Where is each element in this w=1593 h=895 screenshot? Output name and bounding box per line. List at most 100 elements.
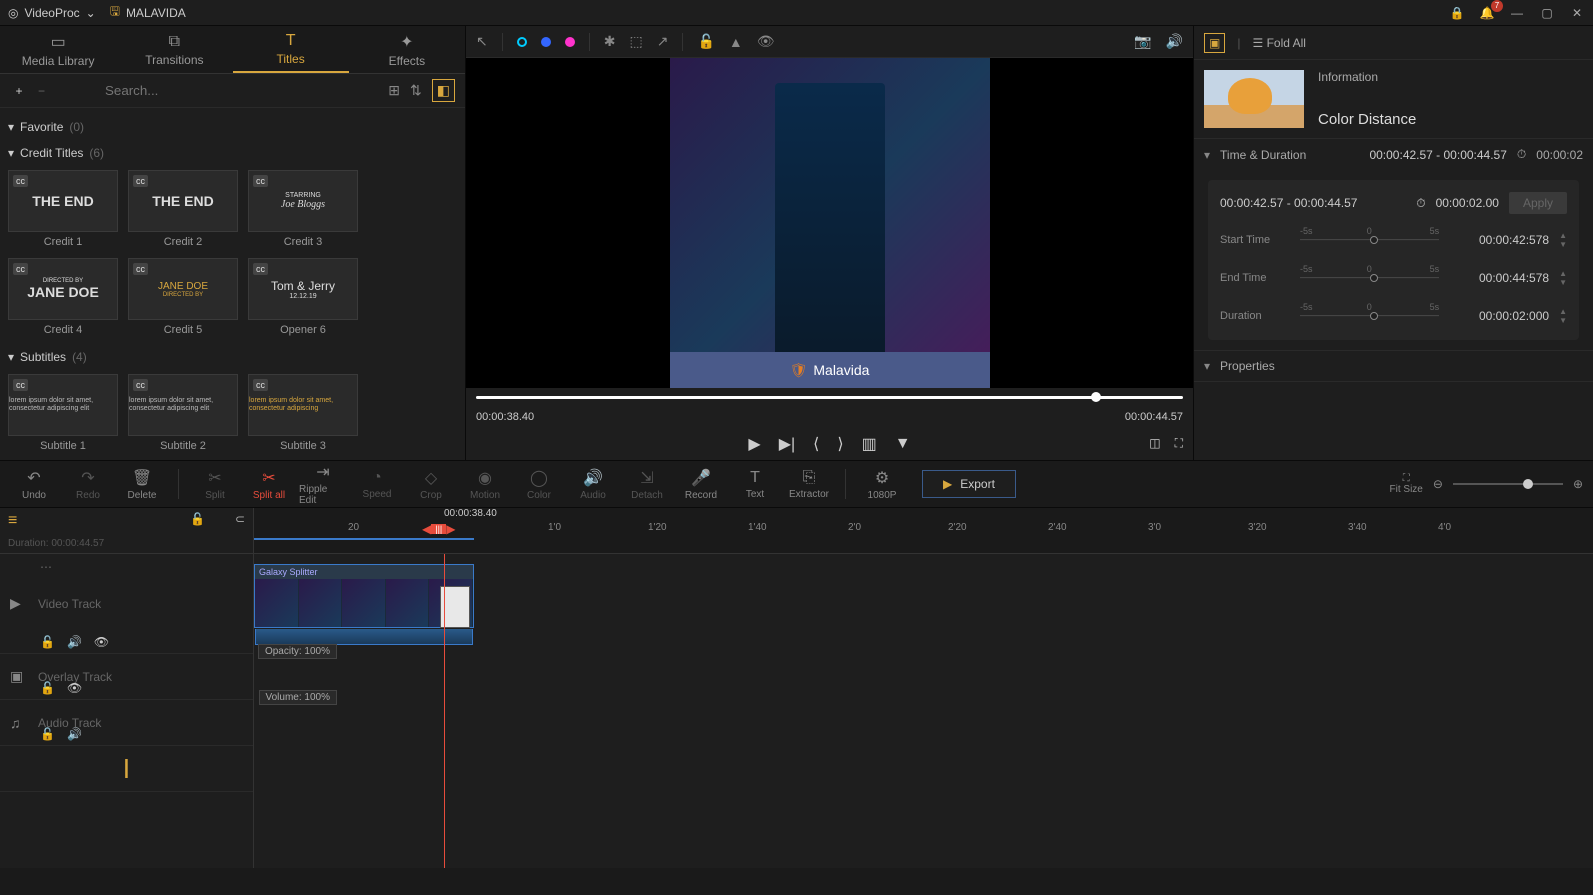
tile-opener-6[interactable]: ccTom & Jerry12.12.19Opener 6: [248, 258, 358, 336]
eye-icon[interactable]: 👁: [757, 33, 775, 50]
duration-stepper[interactable]: ▲▼: [1559, 307, 1567, 325]
extractor-button[interactable]: ⎘Extractor: [785, 464, 833, 504]
track-lock-icon[interactable]: 🔓: [40, 727, 55, 741]
opacity-tag[interactable]: Opacity: 100%: [258, 644, 337, 659]
volume-tag[interactable]: Volume: 100%: [259, 690, 338, 705]
tab-effects[interactable]: ✦Effects: [349, 26, 465, 73]
export-button[interactable]: ▶Export: [922, 470, 1016, 498]
video-preview[interactable]: 🛡Malavida: [466, 58, 1193, 388]
sort-icon[interactable]: ⇅: [410, 82, 422, 99]
track-eye-icon[interactable]: 👁: [67, 681, 82, 695]
grid-view-icon[interactable]: ⊞: [388, 82, 400, 99]
motion-button[interactable]: ◉Motion: [461, 464, 509, 504]
magnet-icon[interactable]: ⊂: [235, 512, 245, 526]
preview-scrubber[interactable]: [466, 388, 1193, 407]
start-stepper[interactable]: ▲▼: [1559, 231, 1567, 249]
ripple-edit-button[interactable]: ⇥Ripple Edit: [299, 464, 347, 504]
select-icon[interactable]: ⬚: [629, 33, 642, 50]
range-button[interactable]: ▥: [862, 434, 877, 454]
detach-button[interactable]: ⇲Detach: [623, 464, 671, 504]
end-time-value[interactable]: 00:00:44:578: [1449, 271, 1549, 285]
dot-cyan[interactable]: [517, 37, 527, 47]
track-lock-icon[interactable]: 🔓: [40, 681, 55, 695]
app-menu[interactable]: ◎ VideoProc: [8, 6, 96, 20]
start-time-value[interactable]: 00:00:42:578: [1449, 233, 1549, 247]
tab-transitions[interactable]: ⧉Transitions: [116, 26, 232, 73]
tile-credit-2[interactable]: ccTHE ENDCredit 2: [128, 170, 238, 248]
notification-icon[interactable]: 🔔7: [1479, 6, 1495, 20]
video-track-header[interactable]: ⋯ ▶ Video Track 🔓 🔊 👁: [0, 554, 253, 654]
camera-icon[interactable]: 📷: [1134, 33, 1151, 50]
snap-icon[interactable]: ✱: [604, 33, 616, 50]
tile-subtitle-3[interactable]: cclorem ipsum dolor sit amet, consectetu…: [248, 374, 358, 452]
audio-track-header[interactable]: ♫ Audio Track 🔓 🔊 Volume: 100%: [0, 700, 253, 746]
add-track-row[interactable]: ┃: [0, 746, 253, 792]
add-track-icon[interactable]: ┃: [122, 759, 132, 779]
zoom-out-button[interactable]: ⊖: [1433, 477, 1443, 491]
zoom-in-button[interactable]: ⊕: [1573, 477, 1583, 491]
prev-frame-button[interactable]: ⟨: [813, 434, 819, 454]
zoom-slider[interactable]: [1453, 483, 1563, 485]
record-button[interactable]: 🎤Record: [677, 464, 725, 504]
end-stepper[interactable]: ▲▼: [1559, 269, 1567, 287]
add-button[interactable]: +: [10, 82, 28, 100]
time-duration-header[interactable]: ▾ Time & Duration 00:00:42.57 - 00:00:44…: [1194, 139, 1593, 170]
dot-blue[interactable]: [541, 37, 551, 47]
global-lock-icon[interactable]: 🔓: [190, 512, 205, 526]
tile-subtitle-2[interactable]: cclorem ipsum dolor sit amet, consectetu…: [128, 374, 238, 452]
next-frame-button[interactable]: ⟩: [837, 434, 843, 454]
color-button[interactable]: ◯Color: [515, 464, 563, 504]
splitall-button[interactable]: ✂Split all: [245, 464, 293, 504]
end-time-slider[interactable]: -5s05s: [1300, 266, 1439, 290]
unlock-icon[interactable]: 🔓: [697, 33, 714, 50]
audio-button[interactable]: 🔊Audio: [569, 464, 617, 504]
quality-button[interactable]: ⚙1080P: [858, 464, 906, 504]
delete-button[interactable]: 🗑Delete: [118, 464, 166, 504]
play-in-button[interactable]: ▶|: [779, 434, 795, 454]
play-button[interactable]: ▶: [748, 434, 760, 454]
overlay-track-header[interactable]: ▣ Overlay Track 🔓 👁 Opacity: 100%: [0, 654, 253, 700]
split-button[interactable]: ✂Split: [191, 464, 239, 504]
playhead[interactable]: [444, 554, 445, 868]
fit-size-button[interactable]: ⛶Fit Size: [1390, 473, 1423, 495]
duration-val[interactable]: 00:00:02:000: [1449, 309, 1549, 323]
duration-slider[interactable]: -5s05s: [1300, 304, 1439, 328]
lock-icon[interactable]: 🔒: [1449, 6, 1465, 20]
tile-credit-4[interactable]: ccDIRECTED BYJANE DOECredit 4: [8, 258, 118, 336]
panel-toggle-icon[interactable]: ◧: [432, 79, 455, 102]
fold-all-button[interactable]: ☰ Fold All: [1252, 36, 1305, 50]
start-time-slider[interactable]: -5s05s: [1300, 228, 1439, 252]
compare-icon[interactable]: ◫: [1149, 436, 1160, 451]
pointer-icon[interactable]: ↗: [657, 33, 669, 50]
timeline-ruler[interactable]: 00:00:38.40 ◀|||▶ 20 1'0 1'20 1'40 2'0 2…: [254, 508, 1593, 553]
crop-button[interactable]: ◇Crop: [407, 464, 455, 504]
align-icon[interactable]: ▲: [729, 34, 743, 50]
marker-button[interactable]: ▼: [895, 435, 911, 453]
close-button[interactable]: ✕: [1569, 6, 1585, 20]
track-eye-icon[interactable]: 👁: [94, 635, 109, 649]
tab-media-library[interactable]: ▭Media Library: [0, 26, 116, 73]
tile-credit-1[interactable]: ccTHE ENDCredit 1: [8, 170, 118, 248]
undo-button[interactable]: ↶Undo: [10, 464, 58, 504]
maximize-button[interactable]: ▢: [1539, 6, 1555, 20]
credit-titles-header[interactable]: ▾ Credit Titles (6): [8, 140, 457, 166]
info-toggle-icon[interactable]: ▣: [1204, 33, 1225, 53]
timeline-tracks-area[interactable]: Galaxy Splitter: [254, 554, 1593, 868]
minimize-button[interactable]: —: [1509, 6, 1525, 20]
track-lock-icon[interactable]: 🔓: [40, 635, 55, 649]
cursor-icon[interactable]: ↖: [476, 33, 488, 50]
remove-button[interactable]: −: [38, 84, 45, 98]
track-mute-icon[interactable]: 🔊: [67, 635, 82, 649]
tile-subtitle-1[interactable]: cclorem ipsum dolor sit amet, consectetu…: [8, 374, 118, 452]
fullscreen-icon[interactable]: ⛶: [1175, 436, 1183, 451]
tab-titles[interactable]: TTitles: [233, 26, 349, 73]
track-settings-icon[interactable]: ≡: [8, 512, 17, 529]
text-button[interactable]: TText: [731, 464, 779, 504]
tile-credit-3[interactable]: ccSTARRINGJoe BloggsCredit 3: [248, 170, 358, 248]
subtitles-header[interactable]: ▾ Subtitles (4): [8, 344, 457, 370]
dot-pink[interactable]: [565, 37, 575, 47]
save-icon[interactable]: 🖫: [110, 2, 120, 23]
redo-button[interactable]: ↷Redo: [64, 464, 112, 504]
search-input[interactable]: [105, 83, 378, 98]
tile-credit-5[interactable]: ccJANE DOEDIRECTED BYCredit 5: [128, 258, 238, 336]
